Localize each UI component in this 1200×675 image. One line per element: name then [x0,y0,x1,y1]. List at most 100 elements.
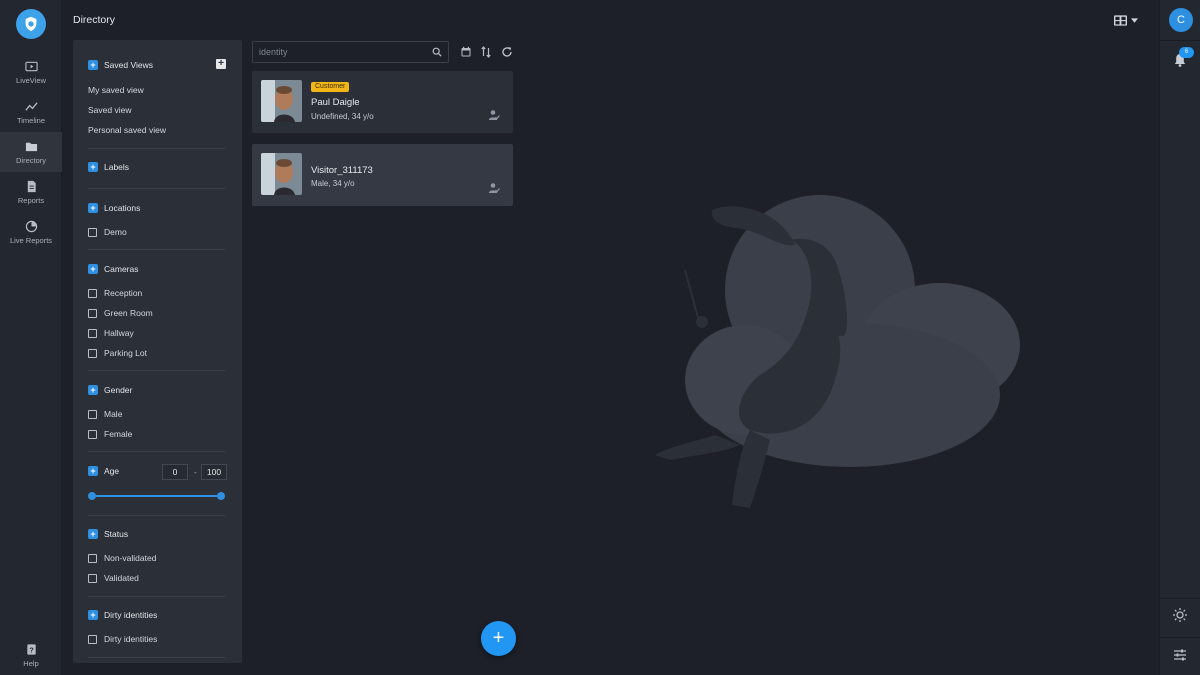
brightness-icon[interactable] [1172,607,1188,623]
nav-directory[interactable]: Directory [0,132,62,172]
search-input[interactable] [259,47,432,57]
filter-dirty-header[interactable]: + Dirty identities [88,610,157,620]
person-check-icon[interactable] [488,109,500,121]
trend-line-icon [24,101,38,111]
filter-labels-title: Labels [104,162,130,172]
checkbox-label: Validated [104,573,139,583]
divider [88,148,225,149]
sort-icon[interactable] [480,46,492,58]
dirty-checkbox[interactable]: Dirty identities [88,634,157,644]
divider [88,188,225,189]
layout-switch-button[interactable] [1114,14,1142,26]
checkbox-label: Green Room [104,308,153,318]
settings-sliders-icon[interactable] [1172,647,1188,663]
filter-gender-header[interactable]: + Gender [88,385,132,395]
pie-chart-icon [25,220,37,232]
rail-divider [1160,40,1200,41]
identity-name: Visitor_311173 [311,165,373,176]
checkbox[interactable] [88,553,97,563]
svg-text:?: ? [29,645,34,654]
nav-reports[interactable]: Reports [0,172,62,212]
saved-view-link[interactable]: My saved view [88,85,144,95]
age-max-input[interactable]: 100 [201,464,227,480]
identity-details: Male, 34 y/o [311,179,355,188]
refresh-icon[interactable] [501,46,513,58]
camera-checkbox[interactable]: Green Room [88,308,153,318]
status-checkbox[interactable]: Non-validated [88,553,156,563]
age-min-input[interactable]: 0 [162,464,188,480]
gender-checkbox[interactable]: Male [88,409,122,419]
tv-play-icon [24,61,38,71]
checkbox[interactable] [88,288,97,298]
filter-panel: + Saved Views + My saved view Saved view… [73,40,242,663]
camera-checkbox[interactable]: Hallway [88,328,134,338]
filter-status-header[interactable]: + Status [88,529,128,539]
filter-cameras-header[interactable]: + Cameras [88,264,138,274]
left-nav: LiveView Timeline Directory Reports Live… [0,0,62,675]
saved-view-link[interactable]: Saved view [88,105,131,115]
nav-live-reports[interactable]: Live Reports [0,212,62,252]
calendar-icon[interactable] [460,46,472,58]
filter-age-header[interactable]: + Age [88,466,119,476]
filter-saved-views-title: Saved Views [104,60,153,70]
checkbox[interactable] [88,227,97,237]
page-title: Directory [73,14,116,26]
document-icon [27,180,36,192]
checkbox[interactable] [88,308,97,318]
gender-checkbox[interactable]: Female [88,429,132,439]
filter-age-title: Age [104,466,120,476]
checkbox[interactable] [88,573,97,583]
expand-icon: + [88,60,98,70]
identity-card[interactable]: Customer Paul Daigle Undefined, 34 y/o [252,71,513,133]
filter-dirty-title: Dirty identities [104,610,158,620]
divider [88,596,225,597]
nav-timeline[interactable]: Timeline [0,92,62,132]
expand-icon: + [88,264,98,274]
checkbox-label: Parking Lot [104,348,147,358]
identity-photo [261,153,302,195]
saved-view-link[interactable]: Personal saved view [88,125,166,135]
app-logo-icon[interactable] [16,9,46,39]
nav-directory-label: Directory [15,155,46,165]
age-slider-max-handle[interactable] [217,492,225,500]
search-box[interactable] [252,41,449,63]
nav-live-reports-label: Live Reports [9,235,53,245]
identity-details: Undefined, 34 y/o [311,112,374,121]
camera-checkbox[interactable]: Parking Lot [88,348,147,358]
expand-icon: + [88,610,98,620]
camera-checkbox[interactable]: Reception [88,288,142,298]
nav-help[interactable]: ? Help [0,637,62,673]
checkbox-label: Male [104,409,123,419]
expand-icon: + [88,162,98,172]
age-slider-min-handle[interactable] [88,492,96,500]
filter-labels-header[interactable]: + Labels [88,162,129,172]
search-icon[interactable] [432,47,442,57]
person-check-icon[interactable] [488,182,500,194]
checkbox-label: Dirty identities [104,634,158,644]
checkbox[interactable] [88,348,97,358]
status-checkbox[interactable]: Validated [88,573,139,583]
checkbox[interactable] [88,409,97,419]
add-saved-view-button[interactable]: + [216,59,226,69]
nav-help-label: Help [23,658,39,668]
add-identity-button[interactable]: + [481,621,516,656]
expand-icon: + [88,385,98,395]
user-avatar[interactable]: C [1169,8,1193,32]
empty-state-illustration [655,195,1020,508]
filter-saved-views-header[interactable]: + Saved Views [88,60,153,70]
age-separator: - [194,467,197,477]
divider [88,657,225,658]
checkbox[interactable] [88,634,97,644]
chevron-down-icon [1131,17,1138,23]
location-checkbox[interactable]: Demo [88,227,127,237]
checkbox[interactable] [88,328,97,338]
checkbox-label: Hallway [104,328,134,338]
checkbox[interactable] [88,429,97,439]
age-slider-track[interactable] [92,495,221,497]
checkbox-label: Reception [104,288,143,298]
nav-liveview[interactable]: LiveView [0,52,62,92]
nav-reports-label: Reports [17,195,45,205]
filter-locations-header[interactable]: + Locations [88,203,140,213]
rail-divider [1160,637,1200,638]
identity-card[interactable]: Visitor_311173 Male, 34 y/o [252,144,513,206]
